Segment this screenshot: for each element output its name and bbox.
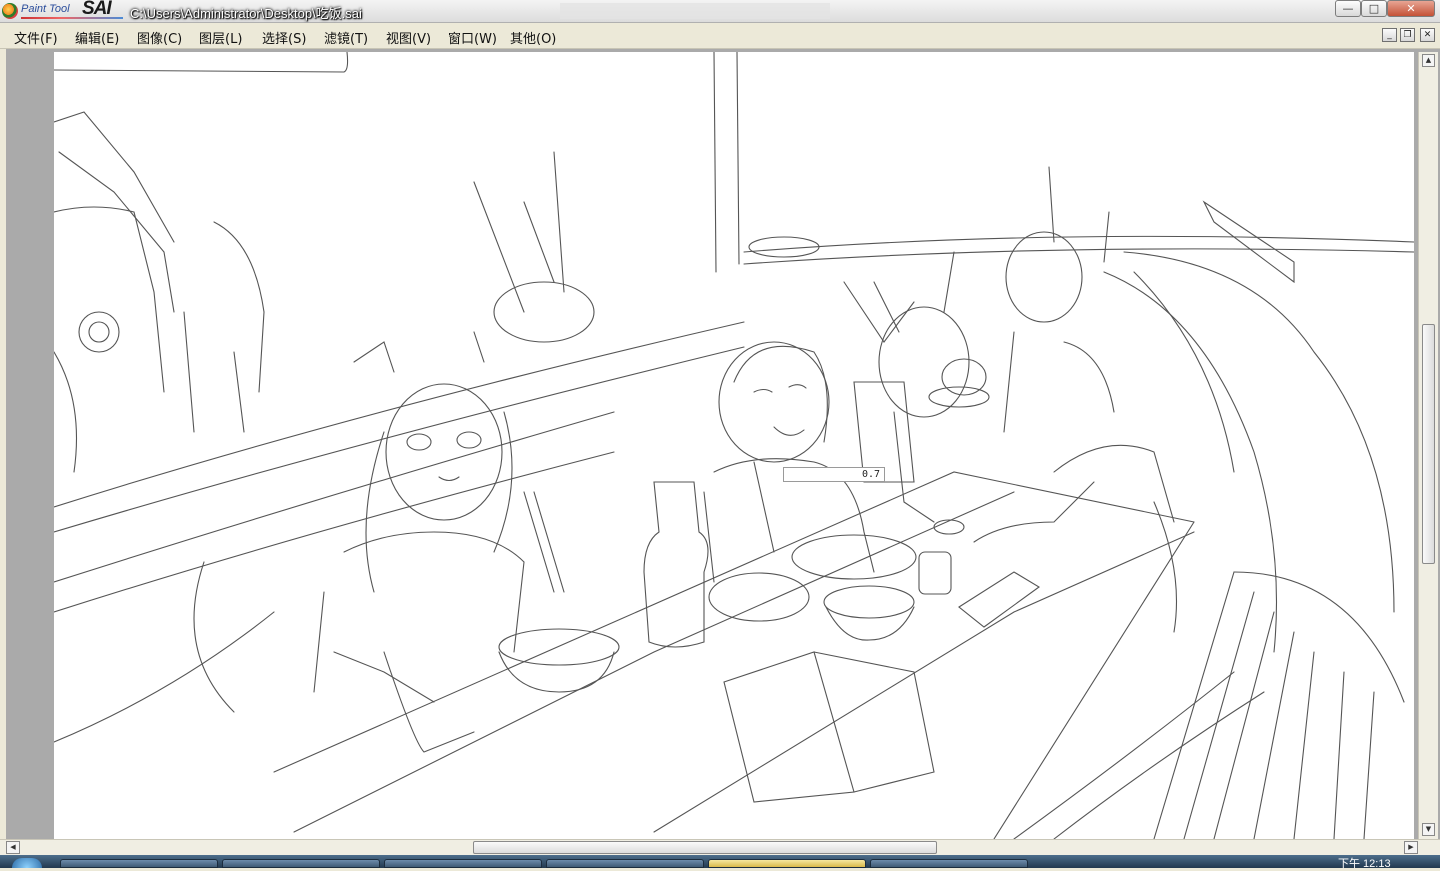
taskbar: 下午 12:13 <box>0 855 1440 870</box>
menu-image[interactable]: 图像(C) <box>137 28 182 47</box>
scroll-left-arrow-icon[interactable]: ◀ <box>6 841 20 854</box>
workspace: 0.7 ▲ ▼ ◀ ▶ <box>0 49 1440 856</box>
horizontal-scrollbar[interactable]: ◀ ▶ <box>0 839 1440 856</box>
close-button[interactable]: ✕ <box>1387 0 1435 17</box>
taskbar-app-6[interactable] <box>870 859 1028 868</box>
logo-underline <box>21 17 123 19</box>
sai-logo-icon <box>2 3 18 19</box>
scroll-up-arrow-icon[interactable]: ▲ <box>1422 54 1435 67</box>
taskbar-app-sai-active[interactable] <box>708 859 866 868</box>
title-bar: Paint Tool SAI C:\Users\Administrator\De… <box>0 0 1440 23</box>
logo-painttool-text: Paint Tool <box>21 3 70 15</box>
sketch-lineart <box>54 52 1414 839</box>
taskbar-clock: 下午 12:13 <box>1338 858 1391 870</box>
mdi-minimize-button[interactable]: _ <box>1382 28 1397 42</box>
menu-window[interactable]: 窗口(W) <box>448 28 497 47</box>
menu-filter[interactable]: 滤镜(T) <box>324 28 368 47</box>
menu-view[interactable]: 视图(V) <box>386 28 431 47</box>
start-orb-icon[interactable] <box>12 858 42 868</box>
menu-edit[interactable]: 编辑(E) <box>75 28 119 47</box>
mdi-restore-button[interactable]: ❐ <box>1400 28 1415 42</box>
menu-bar: 文件(F) 编辑(E) 图像(C) 图层(L) 选择(S) 滤镜(T) 视图(V… <box>0 23 1440 49</box>
vertical-scroll-thumb[interactable] <box>1422 324 1435 564</box>
menu-file[interactable]: 文件(F) <box>14 28 58 47</box>
workspace-left-edge <box>0 49 6 855</box>
taskbar-app-3[interactable] <box>384 859 542 868</box>
mdi-close-button[interactable]: ✕ <box>1420 28 1435 42</box>
window-title: C:\Users\Administrator\Desktop\吃饭.sai <box>130 6 362 21</box>
menu-other[interactable]: 其他(O) <box>510 28 556 47</box>
minimize-button[interactable]: — <box>1335 0 1361 17</box>
taskbar-app-1[interactable] <box>60 859 218 868</box>
scroll-right-arrow-icon[interactable]: ▶ <box>1404 841 1418 854</box>
taskbar-app-2[interactable] <box>222 859 380 868</box>
horizontal-scroll-thumb[interactable] <box>473 841 937 854</box>
menu-select[interactable]: 选择(S) <box>262 28 306 47</box>
menu-layer[interactable]: 图层(L) <box>199 28 242 47</box>
background-window-ghost <box>560 3 830 19</box>
maximize-button[interactable]: □ <box>1361 0 1387 17</box>
vertical-scrollbar[interactable]: ▲ ▼ <box>1418 52 1438 839</box>
app-logo: Paint Tool SAI <box>2 0 124 20</box>
drawing-canvas[interactable]: 0.7 <box>54 52 1414 839</box>
scroll-down-arrow-icon[interactable]: ▼ <box>1422 823 1435 836</box>
taskbar-app-4[interactable] <box>546 859 704 868</box>
opacity-value-box[interactable]: 0.7 <box>783 467 885 482</box>
